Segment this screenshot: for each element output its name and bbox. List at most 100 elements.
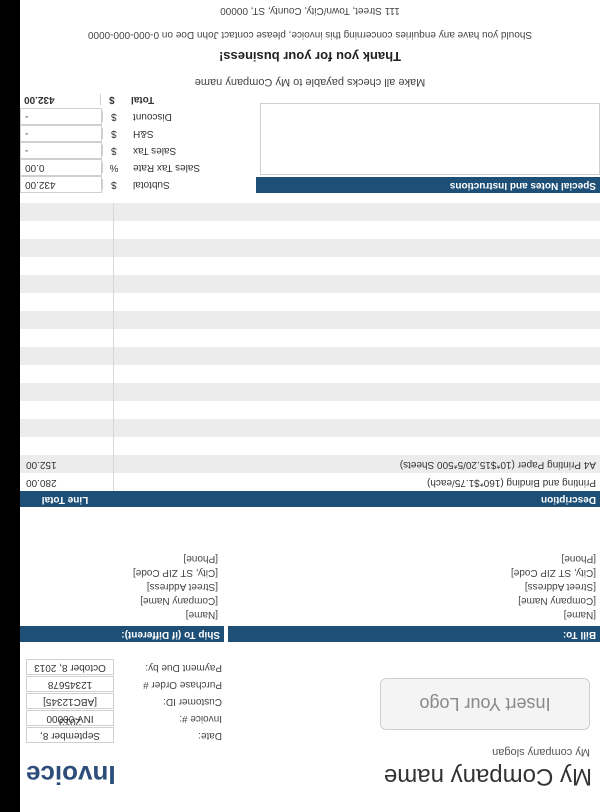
meta-value[interactable]: September 8, 2013 [26,717,114,744]
item-line-total[interactable] [20,437,113,455]
item-description[interactable] [113,203,600,221]
item-description[interactable] [113,437,600,455]
currency-symbol: $ [102,145,125,156]
ship-to-line[interactable]: [Street Address] [133,578,218,592]
meta-label: Customer ID: [163,696,222,707]
item-line-total[interactable] [20,365,113,383]
item-description[interactable] [113,293,600,311]
bill-to-address: [Name] [Company Name] [Street Address] [… [511,550,596,620]
bill-to-line[interactable]: [Company Name] [511,592,596,606]
item-line-total[interactable] [20,347,113,365]
item-description[interactable] [113,239,600,257]
meta-value[interactable]: INV-00000 [26,710,114,727]
description-column-header: Description [540,494,596,505]
meta-label: Purchase Order # [143,679,222,690]
bill-to-line[interactable]: [Phone] [511,550,596,564]
totals-value: 432.00 [20,176,102,193]
line-items-header: Description Line Total [20,491,600,507]
bill-to-line[interactable]: [Street Address] [511,578,596,592]
meta-value[interactable]: October 8, 2013 [26,659,114,676]
item-line-total[interactable] [20,221,113,239]
item-line-total[interactable] [20,329,113,347]
table-row [20,293,600,311]
table-row [20,419,600,437]
meta-label: Invoice #: [179,713,222,724]
ship-to-line[interactable]: [Company Name] [133,592,218,606]
invoice-meta: Date: September 8, 2013 Invoice #: INV-0… [26,659,226,744]
table-row: Printing and Binding (160*$1.75/each) 280… [20,473,600,491]
item-description[interactable] [113,383,600,401]
totals-row-shipping: S&H $ - [20,125,252,142]
totals-value: - [20,142,102,159]
table-row [20,221,600,239]
line-items-table: Description Line Total Printing and Bind… [20,203,600,507]
totals-value[interactable]: 0.00 [20,159,102,176]
ship-to-line[interactable]: [Name] [133,606,218,620]
currency-symbol: $ [100,94,123,105]
item-description[interactable]: A4 Printing Paper (10*$15.20/5*500 Sheet… [113,455,600,473]
percent-symbol: % [102,162,125,173]
table-row [20,365,600,383]
item-description[interactable] [113,329,600,347]
line-total-column-header: Line Total [41,494,89,505]
table-row [20,311,600,329]
item-line-total[interactable] [20,419,113,437]
item-line-total[interactable] [20,203,113,221]
totals-value[interactable]: - [20,125,102,142]
logo-placeholder-label: Insert Your Logo [419,694,551,715]
ship-to-address: [Name] [Company Name] [Street Address] [… [133,550,218,620]
item-description[interactable] [113,257,600,275]
totals-value[interactable]: - [20,108,102,125]
meta-label: Payment Due by: [145,662,222,673]
notes-textbox[interactable] [260,103,600,175]
item-description[interactable] [113,275,600,293]
totals-label: Subtotal [133,179,170,190]
meta-row-invoice-number: Invoice #: INV-00000 [26,710,226,727]
item-line-total[interactable] [20,293,113,311]
item-description[interactable] [113,401,600,419]
table-row [20,239,600,257]
totals-row-subtotal: Subtotal $ 432.00 [20,176,252,193]
enquiries-note: Should you have any enquiries concerning… [87,29,533,40]
item-description[interactable] [113,221,600,239]
notes-heading: Special Notes and Instructions [256,177,600,193]
totals-row-tax-rate: Sales Tax Rate % 0.00 [20,159,252,176]
bill-to-line[interactable]: [City, ST ZIP Code] [511,564,596,578]
item-description[interactable] [113,311,600,329]
ship-to-line[interactable]: [Phone] [133,550,218,564]
table-row [20,437,600,455]
logo-placeholder[interactable]: Insert Your Logo [380,678,590,730]
item-line-total[interactable] [20,383,113,401]
item-line-total[interactable] [20,239,113,257]
item-description[interactable] [113,419,600,437]
item-description[interactable] [113,365,600,383]
ship-to-line[interactable]: [City, ST ZIP Code] [133,564,218,578]
item-line-total[interactable]: 280.00 [20,473,113,491]
meta-label: Date: [198,730,222,741]
item-line-total[interactable]: 152.00 [20,455,113,473]
item-description[interactable] [113,347,600,365]
checks-payable-note: Make all checks payable to My Company na… [194,76,426,88]
currency-symbol: $ [102,128,125,139]
meta-row-payment-due: Payment Due by: October 8, 2013 [26,659,226,676]
totals-row-sales-tax: Sales Tax $ - [20,142,252,159]
item-line-total[interactable] [20,311,113,329]
company-slogan: My company slogan [492,746,590,758]
bill-to-line[interactable]: [Name] [511,606,596,620]
line-items-body: Printing and Binding (160*$1.75/each) 280… [20,203,600,491]
bill-to-heading: Bill To: [228,626,600,642]
item-line-total[interactable] [20,401,113,419]
meta-value[interactable]: [ABC12345] [26,693,114,710]
item-description[interactable]: Printing and Binding (160*$1.75/each) [113,473,600,491]
company-name: My Company name [383,763,592,790]
invoice-document: My Company name My company slogan Invoic… [20,0,600,812]
item-line-total[interactable] [20,275,113,293]
totals-label: S&H [133,128,154,139]
currency-symbol: $ [102,111,125,122]
invoice-title: Invoice [26,760,116,790]
meta-value[interactable]: 12345678 [26,676,114,693]
item-line-total[interactable] [20,257,113,275]
totals-row-discount: Discount $ - [20,108,252,125]
currency-symbol: $ [102,179,125,190]
table-row [20,383,600,401]
